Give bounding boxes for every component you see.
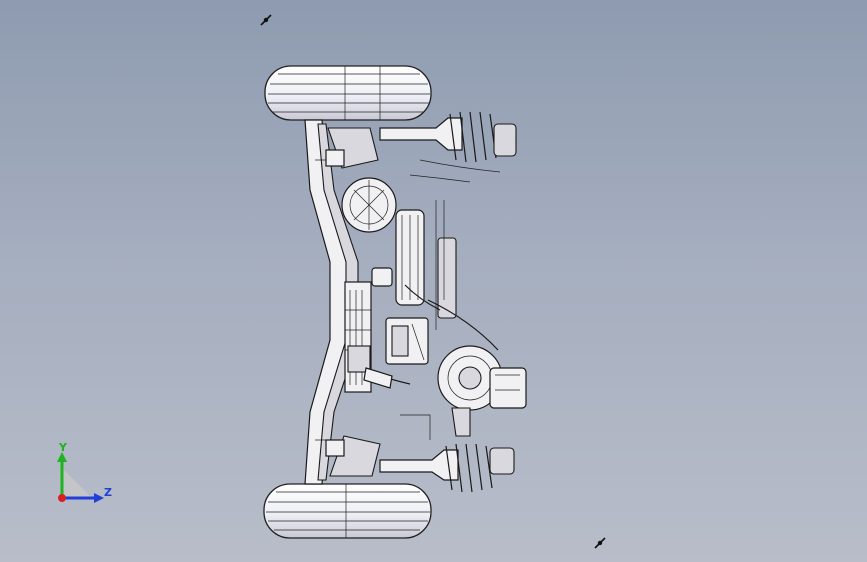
top-tire[interactable] xyxy=(264,65,432,121)
air-filter[interactable] xyxy=(341,177,397,233)
light-source-icon[interactable] xyxy=(258,12,274,28)
coordinate-triad: Y Z xyxy=(57,441,112,503)
bottom-tire[interactable] xyxy=(263,483,432,539)
upper-suspension-spring[interactable] xyxy=(379,111,517,183)
graphics-viewport[interactable]: Y Z xyxy=(0,0,867,562)
z-axis-label: Z xyxy=(104,486,112,499)
brake-hub-assembly[interactable] xyxy=(437,345,527,437)
x-axis-dot xyxy=(58,494,66,502)
control-module[interactable] xyxy=(385,317,429,365)
chassis-assembly-model[interactable] xyxy=(0,0,867,562)
light-source-icon[interactable] xyxy=(592,535,608,551)
y-axis-label: Y xyxy=(58,441,68,454)
